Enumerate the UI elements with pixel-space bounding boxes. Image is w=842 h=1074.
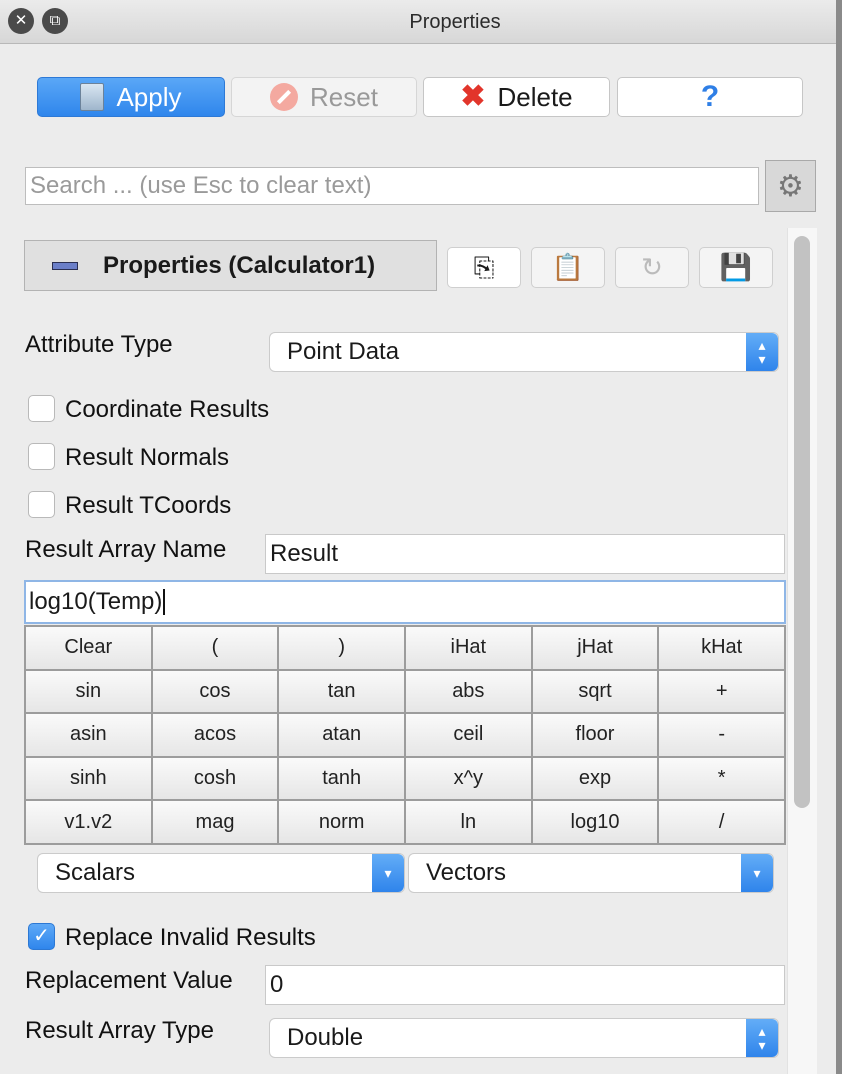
calc-button[interactable]: ln: [405, 801, 531, 843]
calc-button[interactable]: acos: [152, 714, 278, 756]
gear-icon[interactable]: ⚙: [765, 160, 816, 212]
expression-input[interactable]: log10(Temp): [24, 580, 786, 624]
calc-button[interactable]: sin: [26, 670, 151, 713]
copy-icon[interactable]: ⎘: [447, 247, 521, 288]
calc-button[interactable]: -: [659, 714, 784, 756]
calc-button[interactable]: v1.v2: [26, 801, 151, 843]
calc-button[interactable]: asin: [26, 714, 151, 756]
reset-icon: [270, 83, 299, 111]
properties-section-header[interactable]: Properties (Calculator1): [24, 240, 437, 291]
calc-button[interactable]: atan: [279, 714, 404, 756]
chevron-down-icon: ▾: [372, 854, 404, 892]
delete-label: Delete: [497, 81, 573, 112]
help-button[interactable]: ?: [617, 77, 803, 117]
scalars-select[interactable]: Scalars ▾: [37, 853, 405, 893]
attribute-type-value: Point Data: [287, 338, 400, 365]
vectors-select[interactable]: Vectors ▾: [408, 853, 774, 893]
refresh-icon[interactable]: ↻: [615, 247, 689, 288]
calculator-keypad: Clear ( ) iHat jHat kHat sin cos tan abs…: [24, 625, 786, 845]
search-input[interactable]: Search ... (use Esc to clear text): [25, 167, 759, 205]
coordinate-results-checkbox[interactable]: [28, 395, 55, 422]
help-icon: ?: [700, 80, 720, 113]
result-tcoords-label: Result TCoords: [65, 492, 232, 519]
delete-icon: ✖: [460, 80, 486, 113]
calc-button[interactable]: tanh: [279, 757, 404, 800]
window-title: Properties: [409, 11, 501, 33]
attribute-type-select[interactable]: Point Data ▴ ▾: [269, 332, 779, 372]
chevron-down-icon: ▾: [741, 854, 773, 892]
calc-button[interactable]: cos: [152, 670, 278, 713]
replace-invalid-checkbox[interactable]: ✓: [28, 923, 55, 950]
apply-button[interactable]: Apply: [37, 77, 225, 117]
calc-button[interactable]: abs: [405, 670, 531, 713]
updown-icon: ▴ ▾: [746, 333, 778, 371]
calc-button[interactable]: *: [659, 757, 784, 800]
calc-button[interactable]: (: [152, 627, 278, 669]
result-tcoords-checkbox[interactable]: [28, 491, 55, 518]
coordinate-results-label: Coordinate Results: [65, 396, 270, 423]
calc-button[interactable]: ceil: [405, 714, 531, 756]
collapse-icon: [52, 262, 78, 270]
result-array-name-label: Result Array Name: [25, 536, 227, 563]
calc-button[interactable]: iHat: [405, 627, 531, 669]
reset-label: Reset: [310, 81, 378, 112]
result-array-type-label: Result Array Type: [25, 1017, 214, 1044]
calc-button[interactable]: floor: [532, 714, 658, 756]
vectors-value: Vectors: [426, 859, 507, 886]
calc-button[interactable]: ): [279, 627, 404, 669]
calc-button[interactable]: +: [659, 670, 784, 713]
delete-button[interactable]: ✖ Delete: [423, 77, 610, 117]
calc-button[interactable]: sinh: [26, 757, 151, 800]
window-edge: [836, 0, 842, 1074]
replacement-value-label: Replacement Value: [25, 967, 233, 994]
calc-button[interactable]: Clear: [26, 627, 151, 669]
calc-button[interactable]: mag: [152, 801, 278, 843]
apply-label: Apply: [116, 81, 182, 112]
result-normals-label: Result Normals: [65, 444, 230, 471]
text-cursor: [163, 589, 166, 615]
scrollbar-thumb[interactable]: [794, 236, 810, 808]
result-array-type-value: Double: [287, 1024, 364, 1051]
result-array-type-select[interactable]: Double ▴ ▾: [269, 1018, 779, 1058]
calc-button[interactable]: x^y: [405, 757, 531, 800]
result-array-name-input[interactable]: Result: [265, 534, 785, 574]
scalars-value: Scalars: [55, 859, 136, 886]
calc-button[interactable]: norm: [279, 801, 404, 843]
calc-button[interactable]: log10: [532, 801, 658, 843]
result-normals-checkbox[interactable]: [28, 443, 55, 470]
calc-button[interactable]: kHat: [659, 627, 784, 669]
calc-button[interactable]: sqrt: [532, 670, 658, 713]
replacement-value-input[interactable]: 0: [265, 965, 785, 1005]
save-icon[interactable]: 💾: [699, 247, 773, 288]
replace-invalid-label: Replace Invalid Results: [65, 924, 316, 951]
attribute-type-label: Attribute Type: [25, 331, 173, 358]
calc-button[interactable]: tan: [279, 670, 404, 713]
expression-text: log10(Temp): [29, 588, 163, 615]
reset-button[interactable]: Reset: [231, 77, 417, 117]
updown-icon: ▴ ▾: [746, 1019, 778, 1057]
apply-icon: [80, 83, 105, 111]
paste-icon[interactable]: 📋: [531, 247, 605, 288]
calc-button[interactable]: cosh: [152, 757, 278, 800]
calc-button[interactable]: jHat: [532, 627, 658, 669]
calc-button[interactable]: exp: [532, 757, 658, 800]
calc-button[interactable]: /: [659, 801, 784, 843]
